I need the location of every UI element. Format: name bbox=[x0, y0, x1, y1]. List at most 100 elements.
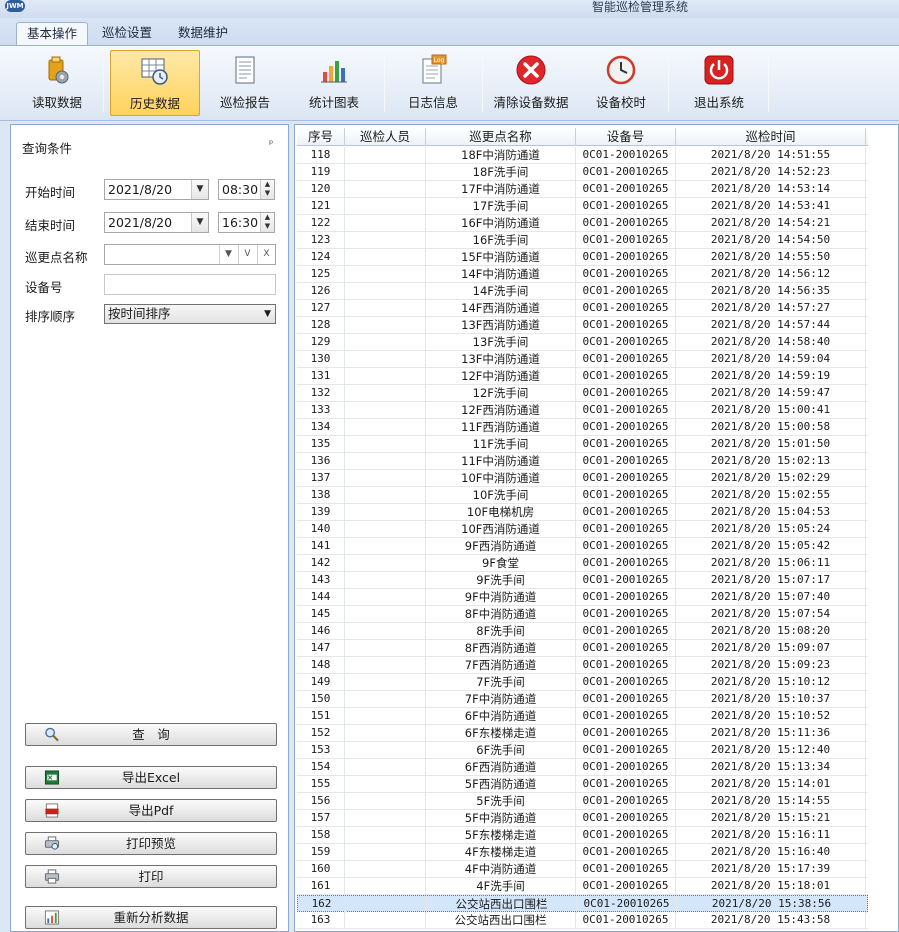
cell-patrol-time: 2021/8/20 15:10:37 bbox=[676, 691, 866, 708]
spin-updown-icon[interactable]: ▲ ▼ bbox=[260, 213, 274, 232]
table-row[interactable]: 149 7F洗手间 0C01-20010265 2021/8/20 15:10:12 bbox=[297, 674, 868, 691]
table-row[interactable]: 154 6F西消防通道 0C01-20010265 2021/8/20 15:13:3… bbox=[297, 759, 868, 776]
table-row[interactable]: 160 4F中消防通道 0C01-20010265 2021/8/20 15:17:3… bbox=[297, 861, 868, 878]
ribbon-separator bbox=[384, 54, 385, 112]
table-row[interactable]: 138 10F洗手间 0C01-20010265 2021/8/20 15:02:55 bbox=[297, 487, 868, 504]
table-row[interactable]: 153 6F洗手间 0C01-20010265 2021/8/20 15:12:40 bbox=[297, 742, 868, 759]
table-row[interactable]: 142 9F食堂 0C01-20010265 2021/8/20 15:06:11 bbox=[297, 555, 868, 572]
table-row[interactable]: 123 16F洗手间 0C01-20010265 2021/8/20 14:54:50 bbox=[297, 232, 868, 249]
export-excel-button[interactable]: 导出Excel bbox=[25, 766, 277, 789]
x-button[interactable]: X bbox=[257, 245, 275, 264]
ribbon-separator bbox=[768, 54, 769, 112]
print-preview-button[interactable]: 打印预览 bbox=[25, 832, 277, 855]
point-name-combo[interactable]: ▼ V X bbox=[104, 244, 276, 265]
export-pdf-button[interactable]: 导出Pdf bbox=[25, 799, 277, 822]
table-row[interactable]: 132 12F洗手间 0C01-20010265 2021/8/20 14:59:47 bbox=[297, 385, 868, 402]
history-data-button[interactable]: 历史数据 bbox=[110, 50, 200, 116]
table-row[interactable]: 133 12F西消防通道 0C01-20010265 2021/8/20 15:00:… bbox=[297, 402, 868, 419]
col-header-patrol-time[interactable]: 巡检时间 bbox=[676, 128, 866, 146]
table-row[interactable]: 139 10F电梯机房 0C01-20010265 2021/8/20 15:04:5… bbox=[297, 504, 868, 521]
table-row[interactable]: 118 18F中消防通道 0C01-20010265 2021/8/20 14:51:… bbox=[297, 147, 868, 164]
table-row[interactable]: 161 4F洗手间 0C01-20010265 2021/8/20 15:18:01 bbox=[297, 878, 868, 895]
cell-index: 130 bbox=[297, 351, 345, 368]
table-row[interactable]: 136 11F中消防通道 0C01-20010265 2021/8/20 15:02:… bbox=[297, 453, 868, 470]
tab-data-maintenance[interactable]: 数据维护 bbox=[168, 22, 238, 45]
table-row[interactable]: 143 9F洗手间 0C01-20010265 2021/8/20 15:07:17 bbox=[297, 572, 868, 589]
chevron-down-icon[interactable]: ▼ bbox=[191, 180, 208, 199]
table-row[interactable]: 148 7F西消防通道 0C01-20010265 2021/8/20 15:09:2… bbox=[297, 657, 868, 674]
v-button[interactable]: V bbox=[238, 245, 256, 264]
sort-order-select[interactable]: 按时间排序 ▼ bbox=[104, 304, 276, 324]
query-button[interactable]: 查 询 bbox=[25, 723, 277, 746]
table-row[interactable]: 162 公交站西出口围栏 0C01-20010265 2021/8/20 15:38:… bbox=[297, 895, 868, 913]
cell-device-no: 0C01-20010265 bbox=[576, 164, 676, 181]
table-row[interactable]: 155 5F西消防通道 0C01-20010265 2021/8/20 15:14:0… bbox=[297, 776, 868, 793]
cell-index: 157 bbox=[297, 810, 345, 827]
table-row[interactable]: 159 4F东楼梯走道 0C01-20010265 2021/8/20 15:16:4… bbox=[297, 844, 868, 861]
col-header-device-no[interactable]: 设备号 bbox=[576, 128, 676, 146]
col-header-inspector[interactable]: 巡检人员 bbox=[345, 128, 426, 146]
table-row[interactable]: 163 公交站西出口围栏 0C01-20010265 2021/8/20 15:43:… bbox=[297, 912, 868, 929]
col-header-index[interactable]: 序号 bbox=[297, 128, 345, 146]
statistics-chart-button[interactable]: 统计图表 bbox=[297, 50, 371, 116]
table-row[interactable]: 121 17F洗手间 0C01-20010265 2021/8/20 14:53:41 bbox=[297, 198, 868, 215]
device-no-input[interactable] bbox=[104, 274, 276, 295]
table-row[interactable]: 151 6F中消防通道 0C01-20010265 2021/8/20 15:10:5… bbox=[297, 708, 868, 725]
table-row[interactable]: 125 14F中消防通道 0C01-20010265 2021/8/20 14:56:… bbox=[297, 266, 868, 283]
table-row[interactable]: 140 10F西消防通道 0C01-20010265 2021/8/20 15:05:… bbox=[297, 521, 868, 538]
chevron-down-icon[interactable]: ▼ bbox=[191, 213, 208, 232]
chevron-down-icon: ▼ bbox=[264, 309, 271, 319]
table-row[interactable]: 131 12F中消防通道 0C01-20010265 2021/8/20 14:59:… bbox=[297, 368, 868, 385]
cell-device-no: 0C01-20010265 bbox=[576, 878, 676, 895]
device-time-sync-button[interactable]: 设备校时 bbox=[584, 50, 658, 116]
table-row[interactable]: 145 8F中消防通道 0C01-20010265 2021/8/20 15:07:5… bbox=[297, 606, 868, 623]
patrol-records-grid[interactable]: 序号 巡检人员 巡更点名称 设备号 巡检时间 118 18F中消防通道 0C01-2… bbox=[294, 124, 899, 932]
cell-device-no: 0C01-20010265 bbox=[576, 776, 676, 793]
read-data-button[interactable]: 读取数据 bbox=[20, 50, 94, 116]
table-row[interactable]: 156 5F洗手间 0C01-20010265 2021/8/20 15:14:55 bbox=[297, 793, 868, 810]
table-row[interactable]: 126 14F洗手间 0C01-20010265 2021/8/20 14:56:35 bbox=[297, 283, 868, 300]
log-info-button[interactable]: Log 日志信息 bbox=[396, 50, 470, 116]
end-time-spinner[interactable]: 16:30 ▲ ▼ bbox=[218, 212, 275, 233]
table-row[interactable]: 130 13F中消防通道 0C01-20010265 2021/8/20 14:59:… bbox=[297, 351, 868, 368]
exit-system-button[interactable]: 退出系统 bbox=[682, 50, 756, 116]
cell-point-name: 9F食堂 bbox=[426, 555, 576, 572]
start-date-picker[interactable]: 2021/8/20 ▼ bbox=[104, 179, 209, 200]
spin-updown-icon[interactable]: ▲ ▼ bbox=[260, 180, 274, 199]
statistics-chart-label: 统计图表 bbox=[308, 95, 359, 110]
table-row[interactable]: 135 11F洗手间 0C01-20010265 2021/8/20 15:01:50 bbox=[297, 436, 868, 453]
table-row[interactable]: 150 7F中消防通道 0C01-20010265 2021/8/20 15:10:3… bbox=[297, 691, 868, 708]
table-row[interactable]: 122 16F中消防通道 0C01-20010265 2021/8/20 14:54:… bbox=[297, 215, 868, 232]
table-row[interactable]: 152 6F东楼梯走道 0C01-20010265 2021/8/20 15:11:3… bbox=[297, 725, 868, 742]
col-header-point-name[interactable]: 巡更点名称 bbox=[426, 128, 576, 146]
pin-icon[interactable]: ᵖ bbox=[269, 139, 273, 150]
start-time-spinner[interactable]: 08:30 ▲ ▼ bbox=[218, 179, 275, 200]
table-row[interactable]: 158 5F东楼梯走道 0C01-20010265 2021/8/20 15:16:1… bbox=[297, 827, 868, 844]
clear-device-data-button[interactable]: 清除设备数据 bbox=[490, 50, 572, 116]
table-row[interactable]: 157 5F中消防通道 0C01-20010265 2021/8/20 15:15:2… bbox=[297, 810, 868, 827]
table-row[interactable]: 134 11F西消防通道 0C01-20010265 2021/8/20 15:00:… bbox=[297, 419, 868, 436]
tab-patrol-settings[interactable]: 巡检设置 bbox=[92, 22, 162, 45]
patrol-report-button[interactable]: 巡检报告 bbox=[208, 50, 282, 116]
table-row[interactable]: 146 8F洗手间 0C01-20010265 2021/8/20 15:08:20 bbox=[297, 623, 868, 640]
table-row[interactable]: 128 13F西消防通道 0C01-20010265 2021/8/20 14:57:… bbox=[297, 317, 868, 334]
cell-device-no: 0C01-20010265 bbox=[576, 402, 676, 419]
table-row[interactable]: 141 9F西消防通道 0C01-20010265 2021/8/20 15:05:4… bbox=[297, 538, 868, 555]
cell-index: 127 bbox=[297, 300, 345, 317]
table-row[interactable]: 124 15F中消防通道 0C01-20010265 2021/8/20 14:55:… bbox=[297, 249, 868, 266]
table-row[interactable]: 144 9F中消防通道 0C01-20010265 2021/8/20 15:07:4… bbox=[297, 589, 868, 606]
tab-basic-ops[interactable]: 基本操作 bbox=[16, 22, 89, 46]
chevron-down-icon[interactable]: ▼ bbox=[219, 245, 237, 264]
table-row[interactable]: 127 14F西消防通道 0C01-20010265 2021/8/20 14:57:… bbox=[297, 300, 868, 317]
table-row[interactable]: 119 18F洗手间 0C01-20010265 2021/8/20 14:52:23 bbox=[297, 164, 868, 181]
print-button[interactable]: 打印 bbox=[25, 865, 277, 888]
table-row[interactable]: 129 13F洗手间 0C01-20010265 2021/8/20 14:58:40 bbox=[297, 334, 868, 351]
table-row[interactable]: 147 8F西消防通道 0C01-20010265 2021/8/20 15:09:0… bbox=[297, 640, 868, 657]
cell-inspector bbox=[345, 708, 426, 725]
cell-inspector bbox=[345, 589, 426, 606]
end-date-picker[interactable]: 2021/8/20 ▼ bbox=[104, 212, 209, 233]
table-row[interactable]: 137 10F中消防通道 0C01-20010265 2021/8/20 15:02:… bbox=[297, 470, 868, 487]
reanalyze-data-button[interactable]: 重新分析数据 bbox=[25, 906, 277, 929]
table-row[interactable]: 120 17F中消防通道 0C01-20010265 2021/8/20 14:53:… bbox=[297, 181, 868, 198]
cell-index: 156 bbox=[297, 793, 345, 810]
